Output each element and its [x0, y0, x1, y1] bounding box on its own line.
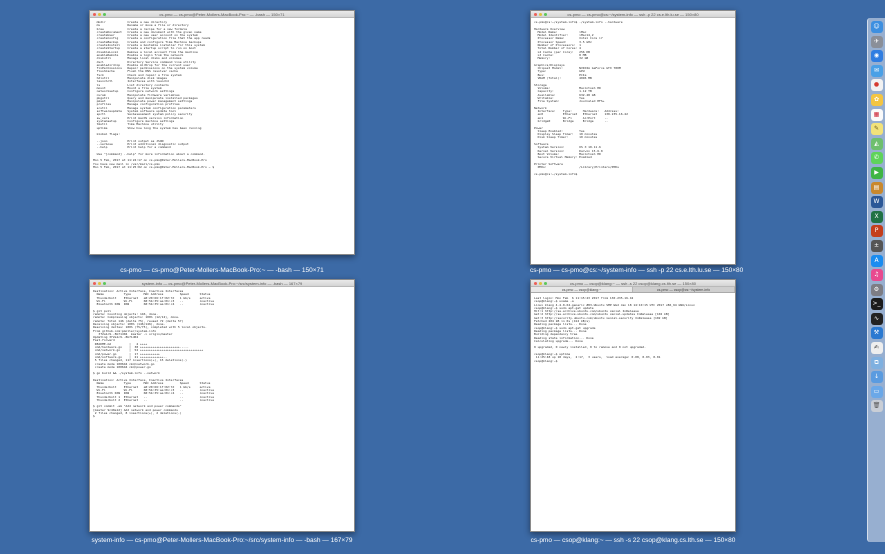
terminal-line: csop@klang:~$	[534, 358, 558, 363]
window-title: system-info — cs-pmo@Peter-Mollers-MacBo…	[141, 281, 303, 286]
terminal-window-top-right[interactable]: cs-pmo — cs-pmo@cs:~/system-info — ssh -…	[530, 10, 736, 265]
terminal-content[interactable]: mkdir Create a new directory mv Rename o…	[90, 19, 354, 254]
close-icon[interactable]	[93, 282, 96, 285]
dock: ☺ ✈ ◉ ✉ ● ✿ ▦ ✎ ◭ ✆ ▶ ▤ W X P ± A ♫ ⚙ >_…	[867, 18, 885, 542]
terminal-icon[interactable]: >_	[870, 298, 883, 311]
calendar-icon[interactable]: ▦	[870, 108, 883, 121]
messages-icon[interactable]: ✆	[870, 152, 883, 165]
tab-system-info[interactable]: cs-pmo — csop@cs:~/system-info	[633, 287, 735, 292]
minimize-icon[interactable]	[98, 282, 101, 285]
finder-icon[interactable]: ☺	[870, 21, 883, 33]
terminal-content[interactable]: Last login: Mon Feb 6 11:15:43 2017 from…	[531, 295, 735, 531]
close-icon[interactable]	[93, 13, 96, 16]
terminal-line: cs-pmo@cs:~/system-info$	[534, 171, 578, 176]
app-store-icon[interactable]: A	[870, 254, 883, 267]
photos-icon[interactable]: ✿	[870, 93, 883, 106]
terminal-content[interactable]: cs-pmo@cs:~/system-info$ ./system-info -…	[531, 19, 735, 264]
chrome-icon[interactable]: ●	[870, 79, 883, 92]
trash-icon[interactable]: 🗑	[870, 400, 883, 413]
terminal-line: Mon 5 Feb, 2017 at 11:25:02 on cs-pmo@Pe…	[93, 165, 215, 170]
xcode-icon[interactable]: ⚒	[870, 327, 883, 340]
window-caption-bottom-right[interactable]: cs-pmo — csop@klang:~ — ssh -s 22 csop@k…	[530, 537, 736, 544]
calculator-icon[interactable]: ±	[870, 239, 883, 252]
zoom-icon[interactable]	[544, 13, 547, 16]
itunes-icon[interactable]: ♫	[870, 269, 883, 282]
preview-icon[interactable]: ⧉	[870, 356, 883, 369]
notes-icon[interactable]: ✎	[870, 123, 883, 136]
powerpoint-icon[interactable]: P	[870, 225, 883, 238]
window-titlebar[interactable]: cs-pmo — cs-pmo@Peter-Mollers-MacBook-Pr…	[90, 11, 354, 18]
window-title: cs-pmo — cs-pmo@cs:~/system-info — ssh -…	[567, 12, 699, 17]
word-icon[interactable]: W	[870, 196, 883, 209]
window-caption-bottom-left[interactable]: system-info — cs-pmo@Peter-Mollers-MacBo…	[89, 537, 355, 544]
window-title: cs-pmo — csop@klang:~ — ssh -s 22 csop@k…	[570, 281, 696, 286]
tab-klang[interactable]: cs-pmo — csop@klang:~	[531, 287, 633, 292]
system-preferences-icon[interactable]: ⚙	[870, 283, 883, 296]
documents-folder-icon[interactable]: ▭	[870, 385, 883, 398]
window-caption-top-left[interactable]: cs-pmo — cs-pmo@Peter-Mollers-MacBook-Pr…	[89, 267, 355, 274]
minimize-icon[interactable]	[539, 13, 542, 16]
close-icon[interactable]	[534, 282, 537, 285]
terminal-window-top-left[interactable]: cs-pmo — cs-pmo@Peter-Mollers-MacBook-Pr…	[89, 10, 355, 255]
terminal-content[interactable]: Destination: Active Interface, Inactive …	[90, 288, 354, 531]
close-icon[interactable]	[534, 13, 537, 16]
safari-icon[interactable]: ◉	[870, 50, 883, 63]
terminal-window-bottom-left[interactable]: system-info — cs-pmo@Peter-Mollers-MacBo…	[89, 279, 355, 532]
activity-monitor-icon[interactable]: ∿	[870, 312, 883, 325]
books-icon[interactable]: ▤	[870, 181, 883, 194]
terminal-window-bottom-right[interactable]: cs-pmo — csop@klang:~ — ssh -s 22 csop@k…	[530, 279, 736, 532]
maps-icon[interactable]: ◭	[870, 137, 883, 150]
window-caption-top-right[interactable]: cs-pmo — cs-pmo@cs:~/system-info — ssh -…	[530, 267, 743, 274]
window-titlebar[interactable]: system-info — cs-pmo@Peter-Mollers-MacBo…	[90, 280, 354, 287]
zoom-icon[interactable]	[103, 13, 106, 16]
launchpad-icon[interactable]: ✈	[870, 35, 883, 48]
mail-icon[interactable]: ✉	[870, 64, 883, 77]
zoom-icon[interactable]	[103, 282, 106, 285]
terminal-tab-bar: cs-pmo — csop@klang:~ cs-pmo — csop@cs:~…	[531, 287, 735, 293]
zoom-icon[interactable]	[544, 282, 547, 285]
terminal-line: $	[93, 414, 95, 419]
excel-icon[interactable]: X	[870, 210, 883, 223]
minimize-icon[interactable]	[98, 13, 101, 16]
minimize-icon[interactable]	[539, 282, 542, 285]
window-title: cs-pmo — cs-pmo@Peter-Mollers-MacBook-Pr…	[159, 12, 285, 17]
facetime-icon[interactable]: ▶	[870, 166, 883, 179]
downloads-folder-icon[interactable]: ↓	[870, 371, 883, 384]
textedit-icon[interactable]: ✍	[870, 342, 883, 355]
window-titlebar[interactable]: cs-pmo — csop@klang:~ — ssh -s 22 csop@k…	[531, 280, 735, 287]
window-titlebar[interactable]: cs-pmo — cs-pmo@cs:~/system-info — ssh -…	[531, 11, 735, 18]
